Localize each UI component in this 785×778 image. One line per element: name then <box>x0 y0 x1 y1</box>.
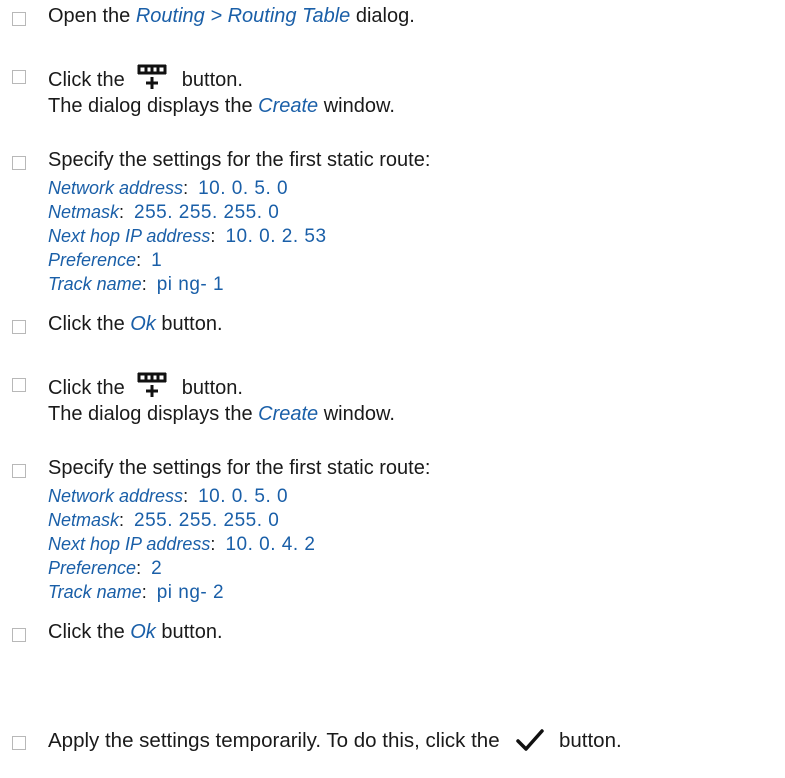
add-table-row-icon <box>136 62 168 96</box>
step-checkbox[interactable] <box>12 736 26 750</box>
step-checkbox[interactable] <box>12 628 26 642</box>
setting-track-name: Track name: pi ng- 2 <box>48 582 225 603</box>
setting-netmask: Netmask: 255. 255. 255. 0 <box>48 202 280 223</box>
step-checkbox[interactable] <box>12 378 26 392</box>
step-text: Click the button. <box>48 370 243 404</box>
setting-network-address: Network address: 10. 0. 5. 0 <box>48 178 289 199</box>
step-result-note: The dialog displays the Create window. <box>48 403 395 425</box>
step-text: Click the Ok button. <box>48 313 223 335</box>
setting-netmask: Netmask: 255. 255. 255. 0 <box>48 510 280 531</box>
window-name: Create <box>258 403 319 425</box>
step-text: Click the button. <box>48 62 243 96</box>
setting-preference: Preference: 2 <box>48 558 163 579</box>
step-text: Specify the settings for the first stati… <box>48 457 431 479</box>
step-checkbox[interactable] <box>12 320 26 334</box>
step-checkbox[interactable] <box>12 464 26 478</box>
add-table-row-icon <box>136 370 168 404</box>
window-name: Create <box>258 95 319 117</box>
setting-network-address: Network address: 10. 0. 5. 0 <box>48 486 289 507</box>
setting-track-name: Track name: pi ng- 1 <box>48 274 225 295</box>
setting-next-hop: Next hop IP address: 10. 0. 4. 2 <box>48 534 316 555</box>
setting-preference: Preference: 1 <box>48 250 163 271</box>
ok-button-name: Ok <box>130 313 156 335</box>
step-checkbox[interactable] <box>12 12 26 26</box>
setting-next-hop: Next hop IP address: 10. 0. 2. 53 <box>48 226 327 247</box>
ok-button-name: Ok <box>130 621 156 643</box>
step-text: Specify the settings for the first stati… <box>48 149 431 171</box>
step-text: Apply the settings temporarily. To do th… <box>48 728 622 758</box>
step-text: Click the Ok button. <box>48 621 223 643</box>
dialog-path: Routing > Routing Table <box>135 5 351 27</box>
checkmark-icon <box>515 728 545 758</box>
step-text: Open the Routing > Routing Table dialog. <box>48 5 415 27</box>
step-checkbox[interactable] <box>12 70 26 84</box>
step-result-note: The dialog displays the Create window. <box>48 95 395 117</box>
step-checkbox[interactable] <box>12 156 26 170</box>
